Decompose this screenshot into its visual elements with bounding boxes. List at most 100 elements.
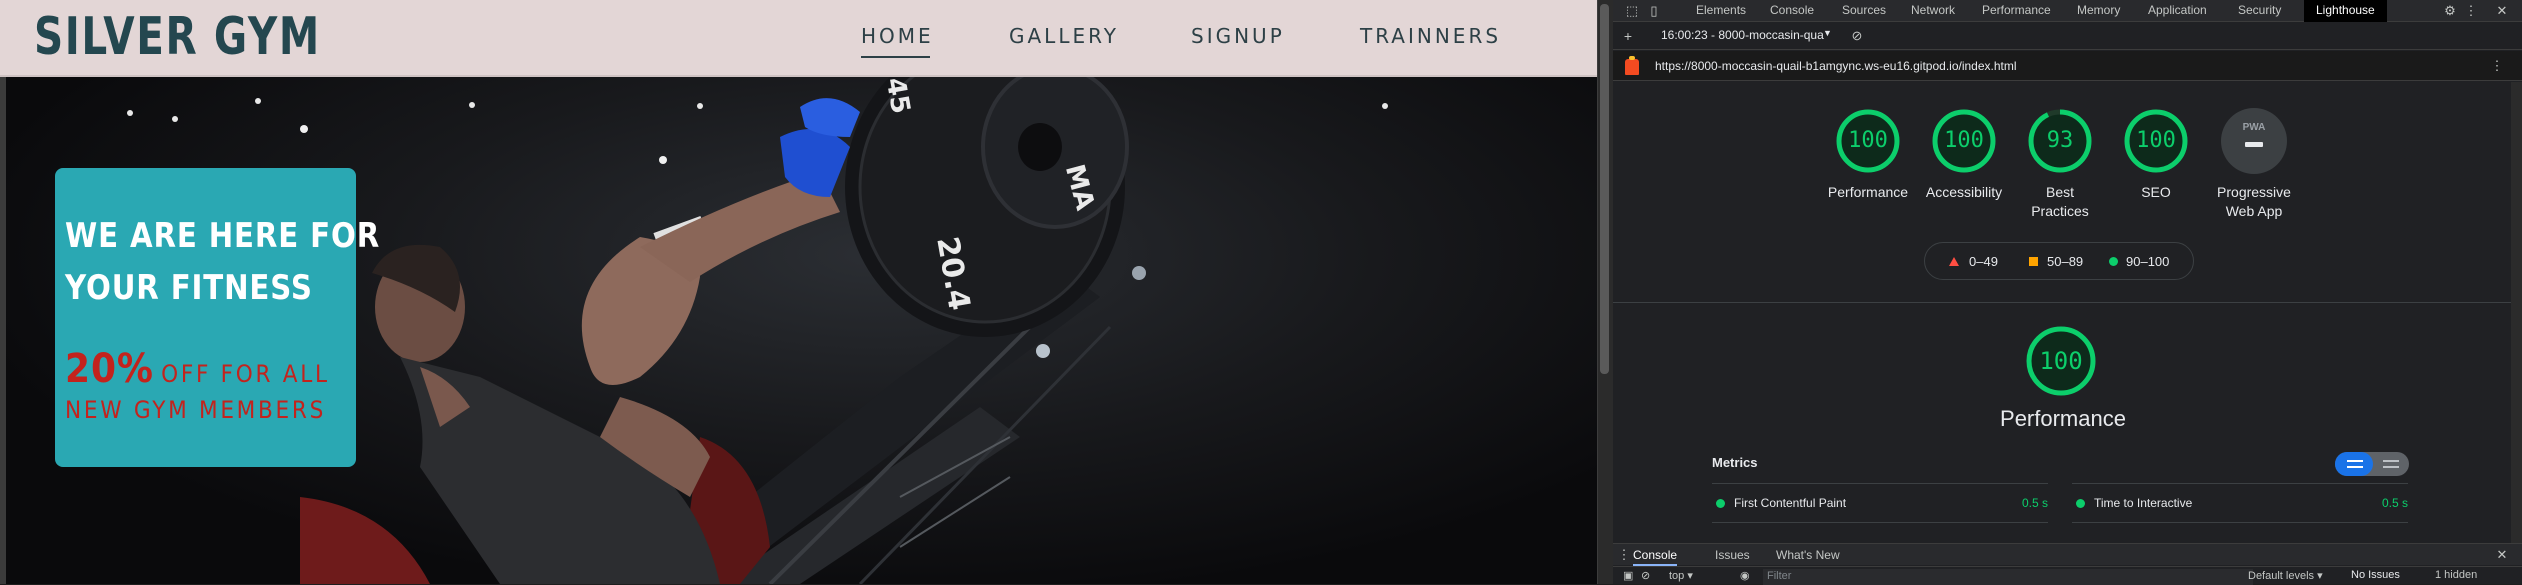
section-divider xyxy=(1613,302,2522,303)
metric-name: First Contentful Paint xyxy=(1734,496,1847,510)
banner-headline-line2: YOUR FITNESS xyxy=(65,268,313,308)
offer-percent: 20% xyxy=(65,346,154,392)
metrics-view-toggle[interactable] xyxy=(2335,452,2409,476)
report-scrollbar[interactable] xyxy=(2511,82,2522,543)
pwa-label-line1: Progressive xyxy=(2217,184,2291,200)
report-menu-icon[interactable]: ⋮ xyxy=(2488,57,2506,75)
console-filter-input[interactable]: Filter xyxy=(1763,569,2253,585)
toggle-compact-view[interactable] xyxy=(2335,452,2373,476)
site-header: SILVER GYM HOME GALLERY SIGNUP TRAINNERS xyxy=(0,0,1597,77)
offer-text-line2: NEW GYM MEMBERS xyxy=(65,396,326,424)
context-selector[interactable]: top ▾ xyxy=(1669,569,1693,582)
report-selector[interactable]: 16:00:23 - 8000-moccasin-qua xyxy=(1661,28,1824,42)
console-toolbar: ▣ ⊘ top ▾ ◉ Filter Default levels ▾ No I… xyxy=(1613,566,2522,585)
website-viewport: SILVER GYM HOME GALLERY SIGNUP TRAINNERS xyxy=(0,0,1597,584)
sidebar-toggle-icon[interactable]: ▣ xyxy=(1623,569,1633,582)
device-toolbar-icon[interactable]: ▯ xyxy=(1645,2,1663,20)
score-label-accessibility: Accessibility xyxy=(1925,184,2003,200)
tab-security[interactable]: Security xyxy=(2238,0,2281,22)
score-scale-legend: 0–49 50–89 90–100 xyxy=(1924,242,2194,280)
devtools-panel: ⬚ ▯ Elements Console Sources Network Per… xyxy=(1613,0,2522,585)
close-drawer-icon[interactable]: ✕ xyxy=(2493,546,2511,564)
legend-range-pass: 90–100 xyxy=(2126,254,2170,269)
offer-text: OFF FOR ALL xyxy=(161,360,330,388)
performance-category-gauge: 100 xyxy=(2025,325,2097,397)
tab-sources[interactable]: Sources xyxy=(1842,0,1886,22)
legend-range-fail: 0–49 xyxy=(1969,254,1998,269)
tab-lighthouse[interactable]: Lighthouse xyxy=(2304,0,2387,22)
score-label-line2: Practices xyxy=(2031,203,2089,219)
inspect-element-icon[interactable]: ⬚ xyxy=(1623,2,1641,20)
report-url-bar: https://8000-moccasin-quail-b1amgync.ws-… xyxy=(1613,51,2522,81)
site-logo[interactable]: SILVER GYM xyxy=(34,6,321,68)
report-url[interactable]: https://8000-moccasin-quail-b1amgync.ws-… xyxy=(1655,59,2017,73)
score-value: 100 xyxy=(1848,128,1888,153)
average-square-icon xyxy=(2029,257,2038,266)
nav-signup[interactable]: SIGNUP xyxy=(1191,22,1285,56)
devtools-tabbar: ⬚ ▯ Elements Console Sources Network Per… xyxy=(1613,0,2522,22)
clear-console-icon[interactable]: ⊘ xyxy=(1641,569,1650,582)
hero-section: 45 MA 20.4 WE ARE HERE FOR YOUR FITNESS … xyxy=(0,77,1597,584)
score-gauge-best-practices[interactable]: 93 xyxy=(2027,108,2093,174)
tab-elements[interactable]: Elements xyxy=(1696,0,1746,22)
score-gauge-seo[interactable]: 100 xyxy=(2123,108,2189,174)
metrics-heading: Metrics xyxy=(1712,455,1758,470)
clear-reports-icon[interactable]: ⊘ xyxy=(1848,27,1866,45)
live-expression-eye-icon[interactable]: ◉ xyxy=(1740,569,1750,582)
svg-text:45: 45 xyxy=(880,77,916,116)
metric-value: 0.5 s xyxy=(2381,496,2408,510)
metric-first-contentful-paint: First Contentful Paint 0.5 s xyxy=(1712,483,2048,523)
score-label-performance: Performance xyxy=(1827,184,1909,200)
window-edge xyxy=(0,77,6,584)
tab-application[interactable]: Application xyxy=(2148,0,2207,22)
tab-console[interactable]: Console xyxy=(1770,0,1814,22)
score-value: 100 xyxy=(1944,128,1984,153)
more-options-icon[interactable]: ⋮ xyxy=(2462,2,2480,20)
lighthouse-toolbar: + 16:00:23 - 8000-moccasin-qua ▼ ⊘ xyxy=(1613,22,2522,50)
page-scrollbar-thumb[interactable] xyxy=(1600,4,1609,374)
promo-banner: WE ARE HERE FOR YOUR FITNESS 20% OFF FOR… xyxy=(55,168,381,467)
legend-range-average: 50–89 xyxy=(2047,254,2084,269)
new-report-plus-icon[interactable]: + xyxy=(1619,27,1637,45)
compact-view-icon xyxy=(2347,460,2363,468)
drawer-tabbar: ⋮ Console Issues What's New ✕ xyxy=(1613,543,2522,566)
lighthouse-report: 100 Performance 100 Accessibility 93 Bes… xyxy=(1613,82,2522,543)
banner-headline-line1: WE ARE HERE FOR xyxy=(65,216,381,256)
settings-gear-icon[interactable]: ⚙ xyxy=(2441,2,2459,20)
pwa-dash xyxy=(2245,142,2263,147)
tab-memory[interactable]: Memory xyxy=(2077,0,2120,22)
issues-counter[interactable]: No Issues xyxy=(2351,569,2400,581)
metric-name: Time to Interactive xyxy=(2094,496,2193,510)
score-gauge-accessibility[interactable]: 100 xyxy=(1931,108,1997,174)
hidden-messages-count: 1 hidden xyxy=(2435,569,2478,581)
metric-value: 0.5 s xyxy=(2021,496,2048,510)
drawer-tab-whats-new[interactable]: What's New xyxy=(1776,544,1840,566)
nav-home[interactable]: HOME xyxy=(861,22,934,58)
score-label-line1: Best xyxy=(2045,184,2074,200)
banner-headline: WE ARE HERE FOR YOUR FITNESS xyxy=(65,210,381,314)
metric-pass-icon xyxy=(2076,499,2085,508)
fail-triangle-icon xyxy=(1949,257,1959,266)
score-gauge-performance[interactable]: 100 xyxy=(1835,108,1901,174)
nav-trainners[interactable]: TRAINNERS xyxy=(1360,22,1501,56)
score-label-seo: SEO xyxy=(2141,184,2171,200)
metric-pass-icon xyxy=(1716,499,1725,508)
drawer-tab-console[interactable]: Console xyxy=(1633,544,1678,566)
tab-network[interactable]: Network xyxy=(1911,0,1955,22)
tab-performance[interactable]: Performance xyxy=(1982,0,2051,22)
close-devtools-icon[interactable]: ✕ xyxy=(2493,2,2511,20)
drawer-menu-icon[interactable]: ⋮ xyxy=(1615,546,1633,564)
pwa-badge-icon[interactable]: PWA xyxy=(2221,108,2287,174)
banner-offer: 20% OFF FOR ALL NEW GYM MEMBERS xyxy=(65,346,335,424)
nav-gallery[interactable]: GALLERY xyxy=(1009,22,1119,56)
score-label-pwa: Progressive Web App xyxy=(2199,183,2309,221)
performance-category-title: Performance xyxy=(2000,406,2126,431)
log-levels-dropdown[interactable]: Default levels ▾ xyxy=(2248,569,2323,582)
score-value: 100 xyxy=(2136,128,2176,153)
score-value: 93 xyxy=(2046,128,2074,153)
lighthouse-logo-icon xyxy=(1625,56,1639,75)
pass-circle-icon xyxy=(2109,257,2118,266)
expanded-view-icon[interactable] xyxy=(2383,460,2399,468)
report-selector-chevron-icon[interactable]: ▼ xyxy=(1823,28,1832,38)
drawer-tab-issues[interactable]: Issues xyxy=(1715,544,1750,566)
